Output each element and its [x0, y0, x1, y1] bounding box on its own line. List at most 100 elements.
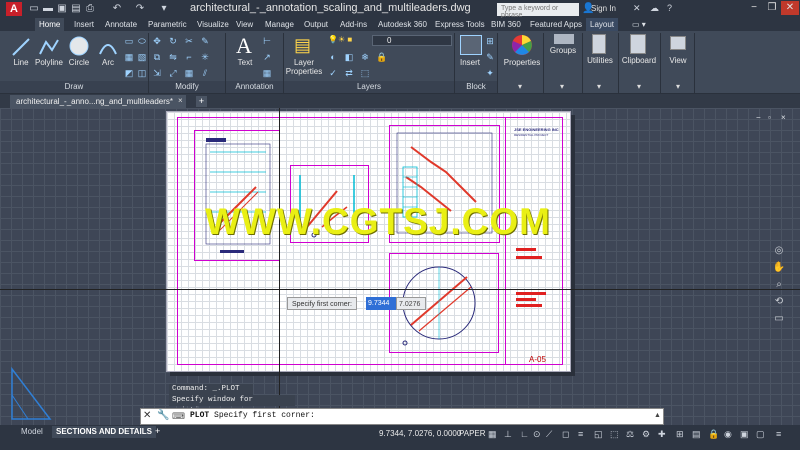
layer-freeze-icon[interactable]: ❄: [360, 52, 370, 62]
utilities-label[interactable]: Utilities: [584, 56, 616, 65]
viewport-restore-button[interactable]: ▫: [768, 113, 771, 122]
block-panel-title[interactable]: Block: [455, 81, 497, 93]
copy-icon[interactable]: ⧉: [152, 52, 162, 62]
viewport-minimize-button[interactable]: −: [756, 113, 761, 122]
document-tab[interactable]: architectural_-_anno...ng_and_multileade…: [10, 95, 186, 108]
window-restore-button[interactable]: ❐: [763, 1, 781, 15]
tab-parametric[interactable]: Parametric: [144, 18, 191, 31]
text-tool-label[interactable]: Text: [234, 58, 256, 67]
edit-attributes-icon[interactable]: ✦: [485, 68, 495, 78]
tab-visualize[interactable]: Visualize: [193, 18, 233, 31]
lineweight-icon[interactable]: ≡: [578, 429, 583, 439]
draw-panel-title[interactable]: Draw: [0, 81, 148, 93]
snap-icon[interactable]: ⊥: [504, 429, 512, 440]
layer-properties-label-1[interactable]: Layer: [286, 58, 322, 67]
polyline-icon[interactable]: [38, 36, 60, 58]
layer-properties-label-2[interactable]: Properties: [284, 67, 324, 76]
grid-icon[interactable]: ▦: [488, 429, 497, 440]
dynamic-input-x-field[interactable]: 9.7344: [366, 297, 396, 310]
paper-space-toggle[interactable]: PAPER: [459, 429, 486, 438]
pan-icon[interactable]: ✋: [772, 262, 786, 273]
add-layout-icon[interactable]: +: [155, 426, 160, 436]
undo-icon[interactable]: ↶: [111, 3, 123, 15]
mirror-icon[interactable]: ⇋: [168, 52, 178, 62]
polyline-tool-label[interactable]: Polyline: [33, 58, 65, 67]
modify-panel-title[interactable]: Modify: [149, 81, 225, 93]
fillet-icon[interactable]: ⌐: [184, 52, 194, 62]
array-icon[interactable]: ▦: [184, 68, 194, 78]
leader-icon[interactable]: ↗: [262, 52, 272, 62]
command-line-close-icon[interactable]: ✕: [143, 410, 151, 421]
arc-icon[interactable]: [97, 36, 119, 58]
command-line-customize-icon[interactable]: 🔧: [157, 410, 169, 421]
rotate-icon[interactable]: ↻: [168, 36, 178, 46]
layer-state-icons[interactable]: 💡☀ ■: [328, 35, 352, 44]
view-dropdown-icon[interactable]: ▾: [676, 82, 680, 91]
groups-dropdown-icon[interactable]: ▾: [560, 82, 564, 91]
hardware-acceleration-icon[interactable]: ▣: [740, 429, 749, 440]
region-icon[interactable]: ◫: [137, 68, 147, 78]
redo-icon[interactable]: ↷: [134, 3, 146, 15]
ortho-icon[interactable]: ∟: [520, 429, 529, 439]
workspace-switch-icon[interactable]: ⚙: [642, 429, 650, 440]
properties-label[interactable]: Properties: [502, 58, 542, 67]
annotation-scale-icon[interactable]: ⚖: [626, 429, 634, 440]
help-icon[interactable]: ?: [667, 3, 672, 13]
window-close-button[interactable]: ✕: [781, 1, 799, 15]
tab-view[interactable]: View: [232, 18, 257, 31]
tab-annotate[interactable]: Annotate: [101, 18, 141, 31]
search-input[interactable]: Type a keyword or phrase: [497, 3, 579, 19]
make-current-icon[interactable]: ✓: [328, 68, 338, 78]
showmotion-icon[interactable]: ▭: [772, 313, 786, 324]
exchange-apps-icon[interactable]: ✕: [633, 3, 641, 14]
groups-icon[interactable]: [554, 34, 574, 44]
zoom-icon[interactable]: ⌕: [772, 279, 786, 290]
steering-wheel-icon[interactable]: ◎: [772, 245, 786, 256]
circle-icon[interactable]: [68, 35, 90, 57]
current-layer-dropdown[interactable]: 0: [372, 35, 452, 46]
save-as-icon[interactable]: ▤: [70, 3, 82, 15]
plot-icon[interactable]: ⎙: [84, 3, 96, 15]
units-icon[interactable]: ⊞: [676, 429, 684, 440]
hatch-icon[interactable]: ▦: [124, 52, 134, 62]
isolate-objects-icon[interactable]: ◉: [724, 429, 732, 440]
properties-dropdown-icon[interactable]: ▾: [518, 82, 522, 91]
offset-icon[interactable]: ⫽: [200, 68, 210, 78]
arc-tool-label[interactable]: Arc: [96, 58, 120, 67]
clipboard-dropdown-icon[interactable]: ▾: [637, 82, 641, 91]
save-icon[interactable]: ▣: [56, 3, 68, 15]
move-icon[interactable]: ✥: [152, 36, 162, 46]
tab-add-ins[interactable]: Add-ins: [336, 18, 371, 31]
table-icon[interactable]: ▦: [262, 68, 272, 78]
new-document-tab-button[interactable]: +: [196, 96, 207, 107]
layer-walk-icon[interactable]: ⬚: [360, 68, 370, 78]
command-history-toggle-icon[interactable]: ▲: [654, 412, 661, 419]
lock-ui-icon[interactable]: 🔒: [708, 429, 719, 440]
stretch-icon[interactable]: ⇲: [152, 68, 162, 78]
quick-properties-icon[interactable]: ▤: [692, 429, 701, 440]
line-tool-label[interactable]: Line: [8, 58, 34, 67]
insert-block-icon[interactable]: [460, 35, 482, 55]
dynamic-input-y-field[interactable]: 7.0276: [396, 297, 426, 310]
circle-tool-label[interactable]: Circle: [65, 58, 93, 67]
ribbon-toggle-icon[interactable]: ▭ ▾: [628, 18, 650, 31]
utilities-dropdown-icon[interactable]: ▾: [597, 82, 601, 91]
text-icon[interactable]: A: [236, 33, 252, 59]
layer-isolate-icon[interactable]: ◧: [344, 52, 354, 62]
tab-featured-apps[interactable]: Featured Apps: [526, 18, 586, 31]
autocad-logo-icon[interactable]: A: [6, 2, 22, 16]
a360-icon[interactable]: ☁: [650, 3, 659, 14]
layer-properties-icon[interactable]: ▤: [294, 35, 311, 56]
calculator-icon[interactable]: [592, 34, 606, 54]
tab-insert[interactable]: Insert: [70, 18, 98, 31]
clipboard-icon[interactable]: [630, 34, 646, 54]
erase-icon[interactable]: ✎: [200, 36, 210, 46]
tab-bim-360[interactable]: BIM 360: [487, 18, 525, 31]
orbit-icon[interactable]: ⟲: [772, 296, 786, 307]
dimension-icon[interactable]: ⊢: [262, 36, 272, 46]
trim-icon[interactable]: ✂: [184, 36, 194, 46]
object-snap-icon[interactable]: ◻: [562, 429, 569, 440]
rectangle-icon[interactable]: ▭: [124, 36, 134, 46]
properties-color-wheel-icon[interactable]: [511, 34, 533, 56]
annotation-monitor-icon[interactable]: ✚: [658, 429, 666, 440]
